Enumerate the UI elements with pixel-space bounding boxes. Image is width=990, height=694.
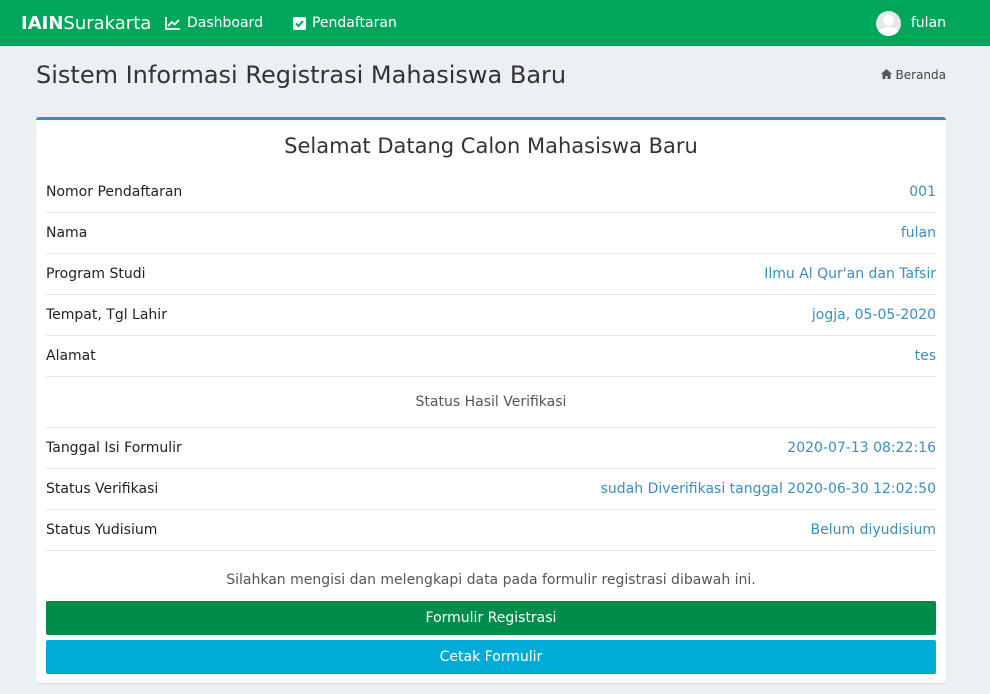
row-value: 2020-07-13 08:22:16 (787, 440, 936, 456)
brand-logo[interactable]: IAINSurakarta (0, 13, 151, 34)
row-value: 001 (909, 184, 936, 200)
row-label: Nomor Pendaftaran (46, 184, 183, 200)
check-square-icon (292, 16, 306, 30)
row-value: Belum diyudisium (810, 522, 936, 538)
table-row: Status Verifikasi sudah Diverifikasi tan… (46, 469, 936, 510)
page-title: Sistem Informasi Registrasi Mahasiswa Ba… (36, 61, 567, 89)
info-table: Nomor Pendaftaran 001 Nama fulan Program… (46, 172, 936, 551)
home-icon (880, 68, 892, 82)
table-row: Status Yudisium Belum diyudisium (46, 510, 936, 551)
top-navbar: IAINSurakarta Dashboard Pendaftaran fula… (0, 0, 990, 46)
table-row: Tempat, Tgl Lahir jogja, 05-05-2020 (46, 295, 936, 336)
section-label: Status Hasil Verifikasi (46, 377, 936, 428)
table-row: Program Studi Ilmu Al Qur'an dan Tafsir (46, 254, 936, 295)
breadcrumb-home[interactable]: Beranda (896, 68, 946, 82)
row-label: Nama (46, 225, 88, 241)
avatar (875, 10, 901, 36)
box-title: Selamat Datang Calon Mahasiswa Baru (284, 134, 698, 158)
print-form-button[interactable]: Cetak Formulir (46, 640, 936, 674)
content-header: Sistem Informasi Registrasi Mahasiswa Ba… (0, 46, 990, 118)
row-label: Status Verifikasi (46, 481, 159, 497)
nav-dashboard-label: Dashboard (187, 15, 263, 31)
user-name: fulan (910, 15, 946, 31)
row-label: Alamat (46, 348, 96, 364)
table-row: Nomor Pendaftaran 001 (46, 172, 936, 213)
row-label: Status Yudisium (46, 522, 158, 538)
instruction-note: Silahkan mengisi dan melengkapi data pad… (226, 572, 756, 588)
breadcrumb[interactable]: Beranda (880, 68, 946, 82)
nav-pendaftaran-label: Pendaftaran (311, 15, 397, 31)
welcome-box: Selamat Datang Calon Mahasiswa Baru Nomo… (36, 117, 946, 683)
row-label: Program Studi (46, 266, 146, 282)
nav-pendaftaran[interactable]: Pendaftaran (278, 0, 412, 46)
table-row: Alamat tes (46, 336, 936, 377)
row-value: Ilmu Al Qur'an dan Tafsir (764, 266, 936, 282)
row-value: fulan (900, 225, 936, 241)
nav-dashboard[interactable]: Dashboard (150, 0, 278, 46)
row-value: sudah Diverifikasi tanggal 2020-06-30 12… (600, 481, 936, 497)
line-chart-icon (165, 16, 181, 30)
registration-form-button[interactable]: Formulir Registrasi (46, 601, 936, 635)
row-value: tes (914, 348, 936, 364)
table-row: Tanggal Isi Formulir 2020-07-13 08:22:16 (46, 428, 936, 469)
table-row: Nama fulan (46, 213, 936, 254)
row-label: Tanggal Isi Formulir (46, 440, 182, 456)
row-value: jogja, 05-05-2020 (811, 307, 936, 323)
row-label: Tempat, Tgl Lahir (46, 307, 167, 323)
user-menu[interactable]: fulan (875, 0, 946, 46)
